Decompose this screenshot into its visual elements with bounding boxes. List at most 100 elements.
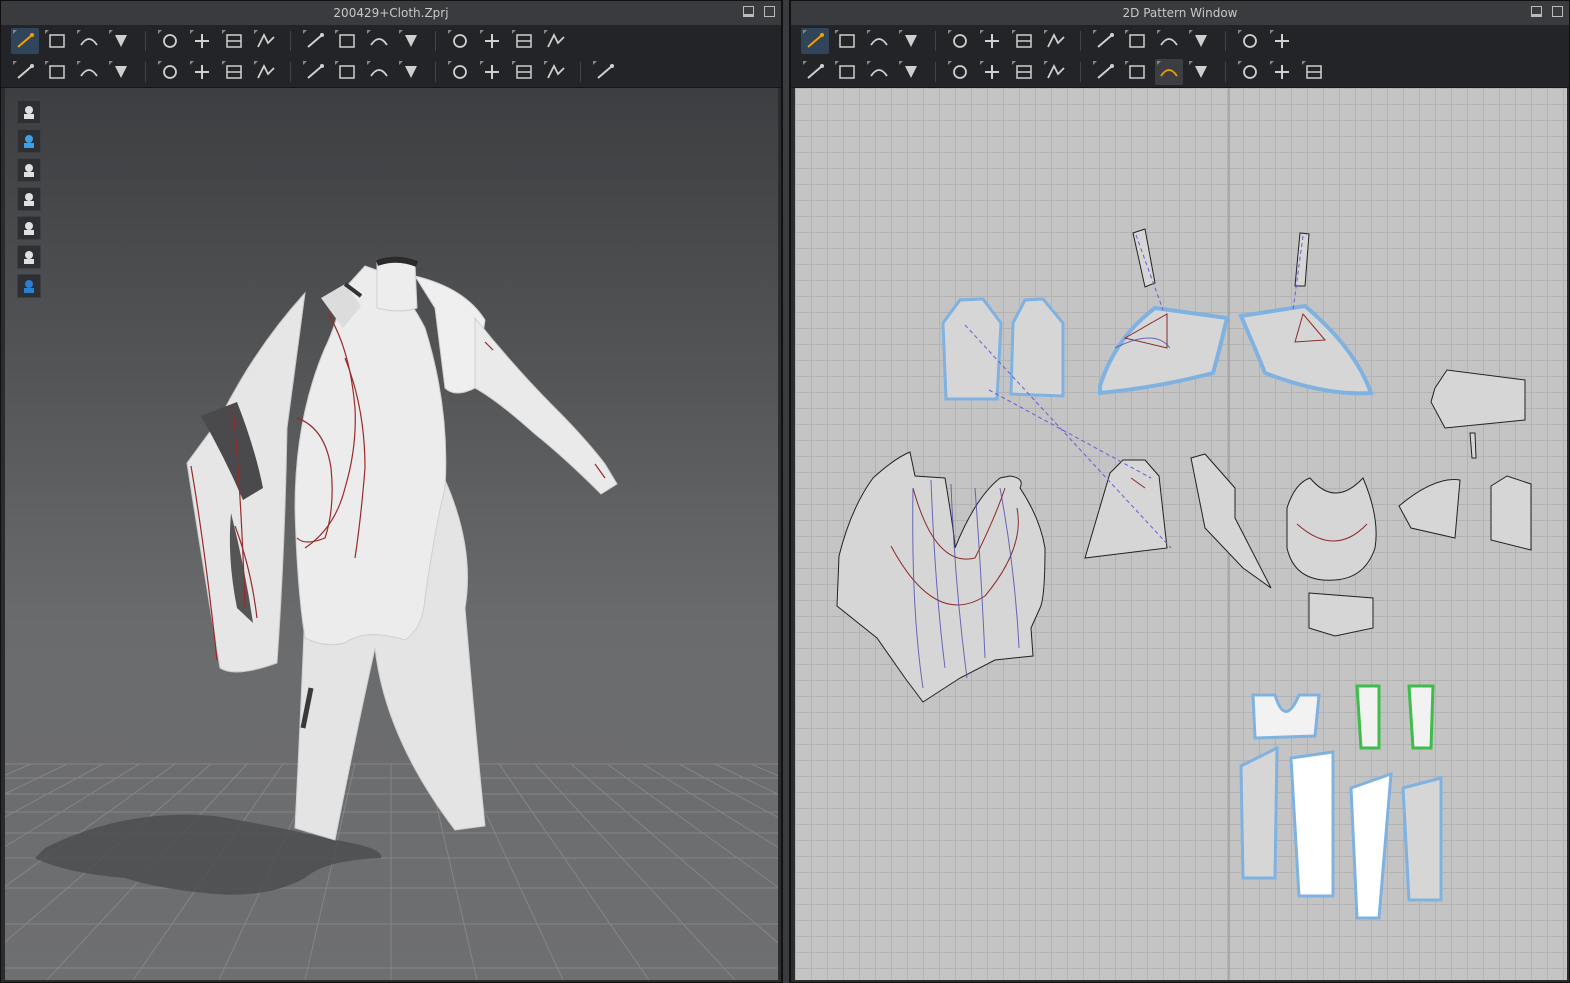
- tack-2d-icon[interactable]: [897, 59, 925, 85]
- pattern-cuff: [1430, 369, 1526, 429]
- gradient-icon[interactable]: [252, 59, 280, 85]
- move-icon[interactable]: [591, 59, 619, 85]
- gizmo-icon[interactable]: [1155, 58, 1183, 85]
- shirt-icon[interactable]: [1010, 59, 1038, 85]
- seam-arrange-icon[interactable]: [1123, 59, 1151, 85]
- zipper-icon[interactable]: [446, 59, 474, 85]
- grid-toggle-icon[interactable]: [1236, 28, 1264, 54]
- maximize-window-button[interactable]: [1552, 6, 1563, 17]
- segment-icon[interactable]: [946, 28, 974, 54]
- fold-icon[interactable]: [107, 28, 135, 54]
- trace-icon[interactable]: [1155, 28, 1183, 54]
- pattern-layout: [836, 88, 1532, 980]
- 2d-pattern-window: 2D Pattern Window: [790, 0, 1570, 983]
- iron-icon[interactable]: [978, 59, 1006, 85]
- avatar-icon[interactable]: [17, 158, 41, 182]
- zipper-puller-icon[interactable]: [478, 59, 506, 85]
- pattern-cape[interactable]: [836, 451, 1046, 703]
- toolbar-separator: [580, 61, 581, 82]
- select-move-icon[interactable]: [11, 27, 39, 54]
- tack-surface-icon[interactable]: [188, 28, 216, 54]
- measure-icon[interactable]: [188, 59, 216, 85]
- pattern-pants-leg-1[interactable]: [1239, 745, 1279, 880]
- tape-icon[interactable]: [510, 59, 538, 85]
- line-2d-icon[interactable]: [1187, 59, 1215, 85]
- toolbar-separator: [1225, 30, 1226, 51]
- button-icon[interactable]: [333, 59, 361, 85]
- buttonhole-icon[interactable]: [365, 59, 393, 85]
- pattern-sleeve-part-b: [1490, 475, 1532, 551]
- pattern-pants-leg-3[interactable]: [1349, 771, 1393, 920]
- texture-view-icon[interactable]: [17, 187, 41, 211]
- 3d-side-toolbar: [17, 100, 41, 298]
- garment-view-icon[interactable]: [17, 100, 41, 124]
- float-window-button[interactable]: [743, 6, 754, 17]
- unfold-icon[interactable]: [1187, 28, 1215, 54]
- float-window-button[interactable]: [1531, 6, 1542, 17]
- edit-point-icon[interactable]: [833, 28, 861, 54]
- fold-arrange-icon[interactable]: [301, 28, 329, 54]
- fold-2d-icon[interactable]: [865, 59, 893, 85]
- maximize-window-button[interactable]: [764, 6, 775, 17]
- pin-icon[interactable]: [252, 28, 280, 54]
- pattern-pants-leg-2[interactable]: [1289, 750, 1335, 898]
- texture-icon[interactable]: [220, 59, 248, 85]
- 3d-scene: [5, 256, 778, 980]
- window-splitter[interactable]: [782, 0, 790, 983]
- brush-icon[interactable]: [107, 59, 135, 85]
- 2d-pattern-canvas[interactable]: [795, 88, 1567, 980]
- pattern-pants-top-3[interactable]: [1407, 684, 1435, 750]
- edit-pattern-icon[interactable]: [801, 27, 829, 54]
- window-2d-title: 2D Pattern Window: [1122, 6, 1238, 20]
- sewing-icon[interactable]: [43, 59, 71, 85]
- dotted-line-icon[interactable]: [1300, 59, 1328, 85]
- dashed-line-icon[interactable]: [1236, 59, 1264, 85]
- environment-icon[interactable]: [17, 274, 41, 298]
- transform-arrange-icon[interactable]: [833, 59, 861, 85]
- select-mesh-icon[interactable]: [43, 28, 71, 54]
- edit-curve-point-icon[interactable]: [865, 28, 893, 54]
- arrangement-icon[interactable]: [397, 28, 425, 54]
- 3d-viewport[interactable]: [5, 88, 778, 980]
- garment-icon[interactable]: [333, 28, 361, 54]
- curve-icon[interactable]: [897, 28, 925, 54]
- grid-icon[interactable]: [542, 28, 570, 54]
- tack-surface-2d-icon[interactable]: [946, 59, 974, 85]
- pattern-icon[interactable]: [1010, 28, 1038, 54]
- ruler-icon[interactable]: [542, 59, 570, 85]
- polygon-icon[interactable]: [1091, 28, 1119, 54]
- uv-icon[interactable]: [301, 59, 329, 85]
- pattern-front-left-a[interactable]: [941, 297, 1003, 401]
- edit-curvature-icon[interactable]: [365, 28, 393, 54]
- particles-icon[interactable]: [17, 129, 41, 153]
- pattern-yoke-right[interactable]: [1238, 303, 1374, 396]
- transform-icon[interactable]: [801, 59, 829, 85]
- sewing-lines-icon[interactable]: [17, 216, 41, 240]
- sew-2d-icon[interactable]: [1042, 59, 1070, 85]
- steam-icon[interactable]: [446, 28, 474, 54]
- sewing-free-icon[interactable]: [75, 59, 103, 85]
- show-mesh-icon[interactable]: [510, 28, 538, 54]
- seam-free-icon[interactable]: [1091, 59, 1119, 85]
- pattern-front-left-b[interactable]: [1009, 297, 1065, 398]
- rectangle-icon[interactable]: [1042, 28, 1070, 54]
- wave-line-icon[interactable]: [1268, 59, 1296, 85]
- tack-icon[interactable]: [156, 28, 184, 54]
- pattern-yoke-left[interactable]: [1098, 305, 1230, 396]
- transform-pattern-icon[interactable]: [75, 28, 103, 54]
- add-point-icon[interactable]: [978, 28, 1006, 54]
- right-arm: [474, 316, 618, 495]
- simulate-icon[interactable]: [11, 59, 39, 85]
- pattern-pants-top-1[interactable]: [1251, 693, 1321, 740]
- pattern-collar-base: [1308, 592, 1374, 637]
- arrange-grid-icon[interactable]: [1268, 28, 1296, 54]
- pleat-icon[interactable]: [478, 28, 506, 54]
- tack-arrange-icon[interactable]: [220, 28, 248, 54]
- pressing-icon[interactable]: [156, 59, 184, 85]
- pattern-pants-leg-4[interactable]: [1401, 776, 1443, 902]
- toolbar-separator: [435, 30, 436, 51]
- line-icon[interactable]: [397, 59, 425, 85]
- internal-shape-icon[interactable]: [1123, 28, 1151, 54]
- avatar-silhouette-icon[interactable]: [17, 245, 41, 269]
- pattern-pants-top-2[interactable]: [1355, 684, 1381, 750]
